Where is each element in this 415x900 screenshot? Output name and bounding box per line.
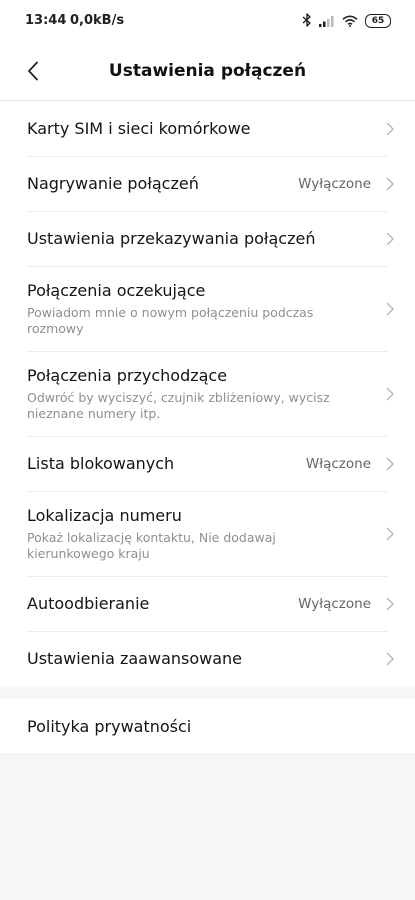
list-item-call-forwarding[interactable]: Ustawienia przekazywania połączeń — [0, 211, 415, 266]
chevron-right-icon — [384, 457, 396, 471]
list-item-title: Polityka prywatności — [27, 717, 192, 736]
list-item-value: Wyłączone — [298, 595, 371, 612]
privacy-section: Polityka prywatności — [0, 699, 415, 755]
list-item-sim-cards[interactable]: Karty SIM i sieci komórkowe — [0, 101, 415, 156]
wifi-icon — [342, 12, 358, 31]
list-item-value: Włączone — [305, 455, 371, 472]
header: Ustawienia połączeń — [0, 44, 415, 100]
list-item-subtitle: Odwróć by wyciszyć, czujnik zbliżeniowy,… — [27, 389, 330, 421]
signal-icon — [319, 12, 335, 31]
list-item-subtitle: Pokaż lokalizację kontaktu, Nie dodawaj … — [27, 529, 276, 561]
chevron-right-icon — [384, 597, 396, 611]
settings-list: Karty SIM i sieci komórkowe Nagrywanie p… — [0, 101, 415, 686]
chevron-right-icon — [384, 122, 396, 136]
chevron-right-icon — [384, 177, 396, 191]
list-item-blocklist[interactable]: Lista blokowanych Włączone — [0, 436, 415, 491]
status-time: 13:44 — [25, 13, 67, 28]
list-item-call-waiting[interactable]: Połączenia oczekujące Powiadom mnie o no… — [0, 266, 415, 351]
call-settings-screen: 13:44 0,0kB/s 65 Ustawienia połączeń Kar… — [0, 0, 415, 900]
list-item-privacy-policy[interactable]: Polityka prywatności — [0, 699, 415, 754]
list-item-title: Połączenia przychodzące — [27, 365, 228, 385]
list-item-subtitle: Powiadom mnie o nowym połączeniu podczas… — [27, 304, 314, 336]
list-item-title: Ustawienia przekazywania połączeń — [27, 229, 316, 248]
chevron-right-icon — [384, 232, 396, 246]
list-item-value: Wyłączone — [298, 175, 371, 192]
list-item-advanced-settings[interactable]: Ustawienia zaawansowane — [0, 631, 415, 686]
status-bar: 13:44 0,0kB/s 65 — [0, 0, 415, 44]
status-network-speed: 0,0kB/s — [70, 13, 125, 28]
list-item-title: Ustawienia zaawansowane — [27, 649, 243, 668]
bluetooth-icon — [302, 12, 312, 31]
list-item-number-location[interactable]: Lokalizacja numeru Pokaż lokalizację kon… — [0, 491, 415, 576]
list-item-incoming-calls[interactable]: Połączenia przychodzące Odwróć by wycisz… — [0, 351, 415, 436]
list-item-title: Lokalizacja numeru — [27, 505, 182, 525]
list-item-auto-answer[interactable]: Autoodbieranie Wyłączone — [0, 576, 415, 631]
chevron-right-icon — [384, 527, 396, 541]
chevron-right-icon — [384, 652, 396, 666]
page-title: Ustawienia połączeń — [108, 61, 307, 81]
list-item-title: Połączenia oczekujące — [27, 280, 206, 300]
chevron-right-icon — [384, 387, 396, 401]
list-item-call-recording[interactable]: Nagrywanie połączeń Wyłączone — [0, 156, 415, 211]
list-item-title: Karty SIM i sieci komórkowe — [27, 119, 251, 138]
battery-icon: 65 — [365, 14, 391, 28]
chevron-right-icon — [384, 302, 396, 316]
status-icons: 65 — [302, 11, 391, 31]
